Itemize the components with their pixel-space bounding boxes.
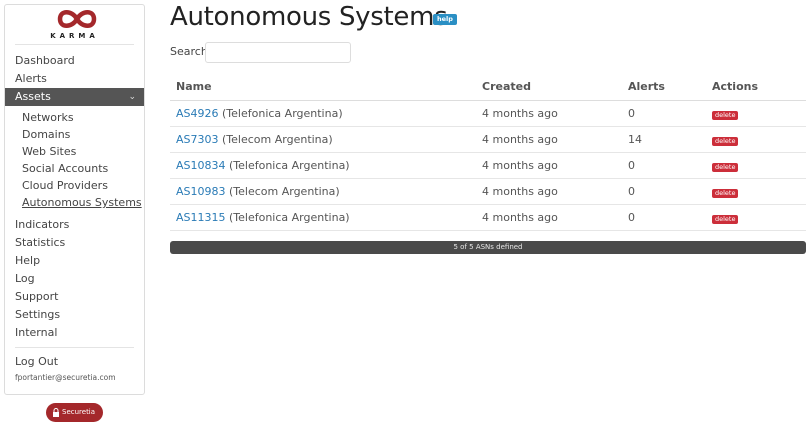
asn-name-cell: AS11315 (Telefonica Argentina)	[170, 204, 476, 231]
page-title: Autonomous Systems	[170, 2, 448, 32]
asn-link[interactable]: AS4926	[176, 107, 219, 120]
nav-item-log[interactable]: Log	[5, 270, 144, 288]
brand-logo[interactable]: KARMA	[15, 5, 134, 45]
delete-button[interactable]: delete	[712, 214, 739, 224]
column-header-created[interactable]: Created	[476, 74, 622, 101]
alerts-cell: 14	[622, 126, 706, 153]
actions-cell: delete	[706, 152, 806, 179]
alerts-cell: 0	[622, 152, 706, 179]
actions-cell: delete	[706, 178, 806, 205]
securetia-badge-label: Securetia	[62, 408, 96, 416]
delete-button[interactable]: delete	[712, 162, 739, 172]
alerts-cell: 0	[622, 178, 706, 205]
nav-item-indicators[interactable]: Indicators	[5, 216, 144, 234]
actions-cell: delete	[706, 126, 806, 153]
asn-table: Name Created Alerts Actions AS4926 (Tele…	[170, 74, 806, 231]
delete-button[interactable]: delete	[712, 188, 739, 198]
user-email: fportantier@securetia.com	[15, 373, 116, 382]
asn-org: (Telefonica Argentina)	[229, 158, 350, 172]
created-cell: 4 months ago	[476, 152, 622, 179]
table-row: AS10834 (Telefonica Argentina) 4 months …	[170, 152, 806, 179]
asn-link[interactable]: AS11315	[176, 211, 226, 224]
nav-item-assets-label: Assets	[15, 90, 51, 103]
chevron-down-icon: ⌄	[128, 92, 136, 102]
infinity-logo-icon	[57, 10, 97, 28]
sidebar: KARMA Dashboard Alerts Assets ⌄ Networks…	[4, 4, 145, 395]
table-row: AS10983 (Telecom Argentina) 4 months ago…	[170, 178, 806, 205]
nav-sub-item-autonomous-systems[interactable]: Autonomous Systems	[5, 194, 144, 211]
nav-item-log-out[interactable]: Log Out	[5, 353, 144, 371]
asn-link[interactable]: AS10834	[176, 159, 226, 172]
asn-org: (Telecom Argentina)	[229, 184, 340, 198]
nav-sub-item-cloud-providers[interactable]: Cloud Providers	[5, 177, 144, 194]
table-header-row: Name Created Alerts Actions	[170, 74, 806, 101]
nav-item-dashboard[interactable]: Dashboard	[5, 52, 144, 70]
actions-cell: delete	[706, 100, 806, 127]
table-row: AS11315 (Telefonica Argentina) 4 months …	[170, 204, 806, 231]
help-button[interactable]: help	[433, 14, 457, 25]
brand-logo-text: KARMA	[50, 32, 99, 40]
asn-name-cell: AS7303 (Telecom Argentina)	[170, 126, 476, 153]
search-input[interactable]	[205, 42, 351, 63]
table-footer-summary: 5 of 5 ASNs defined	[170, 241, 806, 254]
column-header-actions: Actions	[706, 74, 806, 101]
asn-org: (Telefonica Argentina)	[222, 106, 343, 120]
asn-link[interactable]: AS7303	[176, 133, 219, 146]
actions-cell: delete	[706, 204, 806, 231]
delete-button[interactable]: delete	[712, 110, 739, 120]
created-cell: 4 months ago	[476, 100, 622, 127]
nav-divider	[15, 347, 134, 348]
nav-sub-item-networks[interactable]: Networks	[5, 109, 144, 126]
nav-item-support[interactable]: Support	[5, 288, 144, 306]
alerts-cell: 0	[622, 100, 706, 127]
column-header-alerts[interactable]: Alerts	[622, 74, 706, 101]
delete-button[interactable]: delete	[712, 136, 739, 146]
created-cell: 4 months ago	[476, 126, 622, 153]
nav-sub-item-social-accounts[interactable]: Social Accounts	[5, 160, 144, 177]
main-nav: Dashboard Alerts Assets ⌄ Networks Domai…	[5, 52, 144, 382]
table-row: AS4926 (Telefonica Argentina) 4 months a…	[170, 100, 806, 127]
alerts-cell: 0	[622, 204, 706, 231]
asn-name-cell: AS10983 (Telecom Argentina)	[170, 178, 476, 205]
asn-name-cell: AS4926 (Telefonica Argentina)	[170, 100, 476, 127]
created-cell: 4 months ago	[476, 178, 622, 205]
nav-item-statistics[interactable]: Statistics	[5, 234, 144, 252]
nav-item-settings[interactable]: Settings	[5, 306, 144, 324]
nav-item-help[interactable]: Help	[5, 252, 144, 270]
nav-sub-item-web-sites[interactable]: Web Sites	[5, 143, 144, 160]
asn-link[interactable]: AS10983	[176, 185, 226, 198]
table-row: AS7303 (Telecom Argentina) 4 months ago …	[170, 126, 806, 153]
nav-item-internal[interactable]: Internal	[5, 324, 144, 342]
nav-item-alerts[interactable]: Alerts	[5, 70, 144, 88]
asn-org: (Telecom Argentina)	[222, 132, 333, 146]
asn-name-cell: AS10834 (Telefonica Argentina)	[170, 152, 476, 179]
nav-sub-item-domains[interactable]: Domains	[5, 126, 144, 143]
asn-org: (Telefonica Argentina)	[229, 210, 350, 224]
created-cell: 4 months ago	[476, 204, 622, 231]
securetia-badge[interactable]: Securetia	[46, 403, 103, 422]
lock-icon	[53, 408, 59, 417]
nav-item-assets[interactable]: Assets ⌄	[5, 88, 144, 106]
column-header-name[interactable]: Name	[170, 74, 476, 101]
